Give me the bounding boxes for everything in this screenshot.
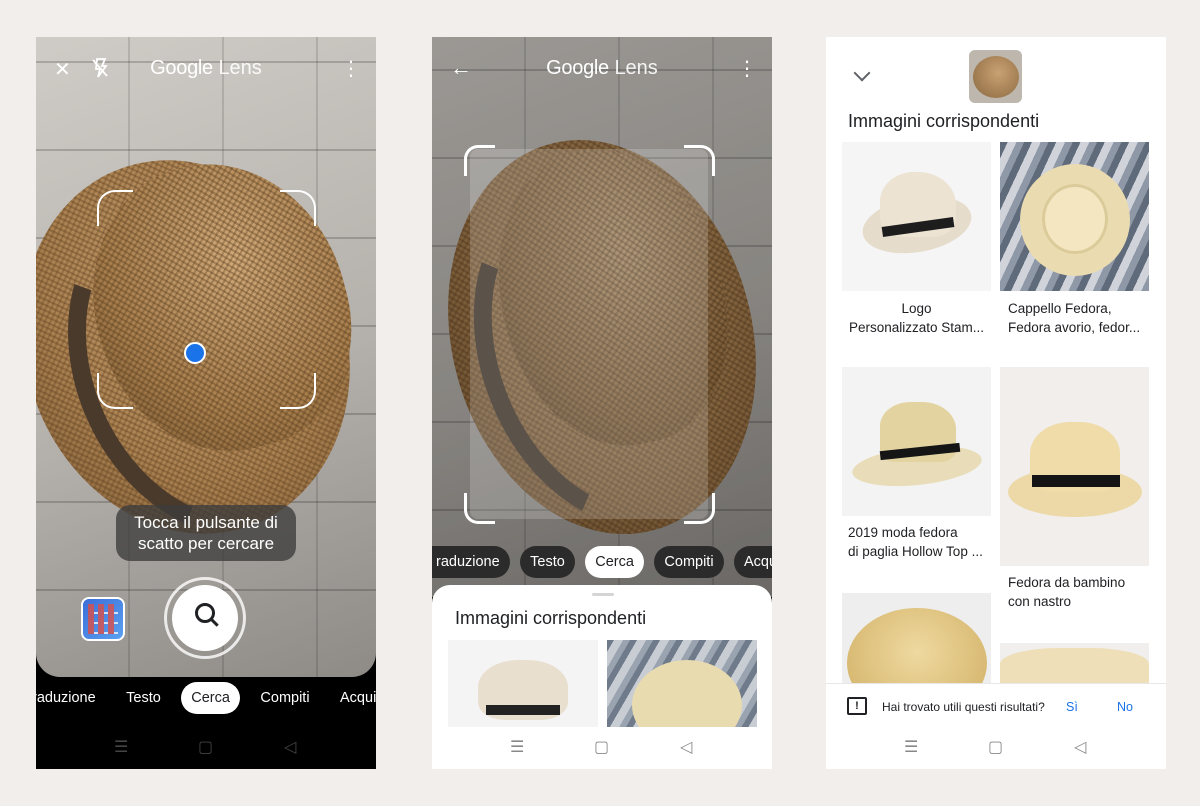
app-title: Google Lens (150, 57, 262, 79)
shutter-button[interactable] (164, 577, 246, 659)
result-image[interactable] (842, 593, 991, 683)
result-image[interactable] (842, 142, 991, 291)
feedback-question: Hai trovato utili questi risultati? (882, 700, 1045, 714)
phone-screen-selection: ← Google Lens ⋮ raduzione Testo Cerca Co… (432, 37, 772, 769)
more-vert-icon[interactable]: ⋮ (737, 59, 757, 79)
frame-corner (280, 373, 316, 409)
result-caption[interactable]: Logo Personalizzato Stam... (842, 299, 991, 337)
mode-search[interactable]: Cerca (585, 546, 644, 578)
back-icon[interactable]: ◁ (680, 737, 692, 757)
gallery-thumbnail[interactable] (81, 597, 125, 641)
mode-text[interactable]: Testo (520, 546, 575, 578)
section-title: Immagini corrispondenti (848, 111, 1040, 131)
frame-corner (280, 190, 316, 226)
frame-corner (97, 190, 133, 226)
mode-shopping[interactable]: Acquist (330, 682, 376, 714)
hint-line-1: Tocca il pulsante di (134, 513, 278, 532)
result-image[interactable] (607, 640, 757, 730)
feedback-yes-button[interactable]: Sì (1066, 700, 1078, 714)
home-icon[interactable]: ▢ (988, 737, 1003, 757)
phone-screen-results: Immagini corrispondenti Logo Personalizz… (826, 37, 1166, 769)
result-image[interactable] (842, 367, 991, 516)
sheet-title: Immagini corrispondenti (455, 608, 647, 628)
mode-selector: raduzione Testo Cerca Compiti Acquist (36, 682, 376, 714)
back-icon[interactable]: ◁ (284, 737, 296, 757)
frame-corner (97, 373, 133, 409)
result-image[interactable] (448, 640, 598, 730)
more-vert-icon[interactable]: ⋮ (341, 59, 361, 79)
home-icon[interactable]: ▢ (198, 737, 213, 757)
sheet-drag-handle[interactable] (592, 593, 614, 596)
mode-homework[interactable]: Compiti (654, 546, 724, 578)
system-navbar: ☰ ▢ ◁ (36, 727, 376, 769)
recents-icon[interactable]: ☰ (510, 737, 524, 757)
system-navbar: ☰ ▢ ◁ (432, 727, 772, 769)
home-icon[interactable]: ▢ (594, 737, 609, 757)
result-toolbar: ← Google Lens ⋮ (432, 37, 772, 101)
focus-dot[interactable] (184, 342, 206, 364)
mode-homework[interactable]: Compiti (250, 682, 319, 714)
mode-search[interactable]: Cerca (181, 682, 240, 714)
mode-translate[interactable]: raduzione (432, 546, 510, 578)
feedback-bar: ! Hai trovato utili questi risultati? Sì… (826, 683, 1166, 728)
system-navbar: ☰ ▢ ◁ (826, 727, 1166, 769)
result-image[interactable] (1000, 367, 1149, 566)
mode-selector: raduzione Testo Cerca Compiti Acquist (432, 546, 772, 578)
result-caption[interactable]: Fedora da bambino con nastro (1008, 573, 1153, 611)
selection-handle[interactable] (684, 493, 715, 524)
camera-viewfinder: Tocca il pulsante di scatto per cercare (36, 37, 376, 677)
hint-tooltip: Tocca il pulsante di scatto per cercare (116, 505, 296, 561)
selection-handle[interactable] (464, 145, 495, 176)
result-caption[interactable]: 2019 moda fedora di paglia Hollow Top ..… (848, 523, 993, 561)
selection-region[interactable] (470, 149, 708, 519)
recents-icon[interactable]: ☰ (114, 737, 128, 757)
mode-text[interactable]: Testo (116, 682, 171, 714)
camera-toolbar: ✕ Google Lens ⋮ (36, 37, 376, 101)
feedback-icon: ! (847, 697, 867, 715)
hint-line-2: scatto per cercare (137, 534, 275, 553)
selection-handle[interactable] (464, 493, 495, 524)
feedback-no-button[interactable]: No (1117, 700, 1133, 714)
result-image[interactable] (1000, 142, 1149, 291)
query-thumbnail[interactable] (969, 50, 1022, 103)
recents-icon[interactable]: ☰ (904, 737, 918, 757)
mode-shopping[interactable]: Acquist (734, 546, 772, 578)
result-caption[interactable]: Cappello Fedora, Fedora avorio, fedor... (1008, 299, 1153, 337)
back-icon[interactable]: ◁ (1074, 737, 1086, 757)
selection-handle[interactable] (684, 145, 715, 176)
result-image[interactable] (1000, 643, 1149, 683)
phone-screen-camera: Tocca il pulsante di scatto per cercare … (36, 37, 376, 769)
app-title: Google Lens (546, 57, 658, 79)
chevron-down-icon[interactable] (853, 64, 871, 82)
mode-translate[interactable]: raduzione (36, 682, 106, 714)
